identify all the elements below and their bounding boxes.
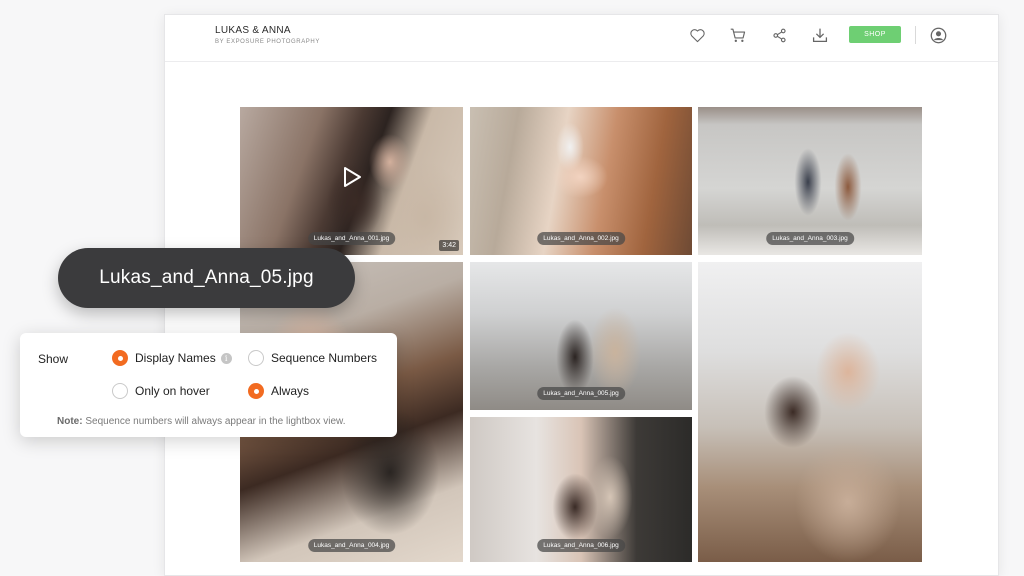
sequence-numbers-label: Sequence Numbers xyxy=(271,351,378,365)
option-only-on-hover[interactable]: Only on hover xyxy=(112,383,210,399)
only-on-hover-radio[interactable] xyxy=(112,383,128,399)
always-radio[interactable] xyxy=(248,383,264,399)
account-icon[interactable] xyxy=(929,26,947,44)
video-thumbnail[interactable]: Lukas_and_Anna_001.jpg 3:42 xyxy=(240,107,463,255)
display-names-label: Display Names xyxy=(135,351,216,365)
photo-subjects xyxy=(698,262,922,562)
photo-caption: Lukas_and_Anna_001.jpg xyxy=(307,232,396,245)
always-label: Always xyxy=(271,384,310,398)
brand[interactable]: LUKAS & ANNA BY EXPOSURE PHOTOGRAPHY xyxy=(215,25,320,45)
photo-caption: Lukas_and_Anna_003.jpg xyxy=(766,232,854,245)
video-duration: 3:42 xyxy=(439,240,459,251)
option-sequence-numbers[interactable]: Sequence Numbers xyxy=(248,350,377,366)
photo-thumbnail[interactable] xyxy=(698,262,922,562)
photo-thumbnail[interactable]: Lukas_and_Anna_005.jpg xyxy=(470,262,692,410)
photo-caption: Lukas_and_Anna_006.jpg xyxy=(537,539,625,552)
show-label: Show xyxy=(38,352,69,366)
note-text: Sequence numbers will always appear in t… xyxy=(85,416,346,427)
toolbar-divider xyxy=(915,26,916,44)
only-on-hover-label: Only on hover xyxy=(135,384,210,398)
photo-thumbnail[interactable]: Lukas_and_Anna_003.jpg xyxy=(698,107,922,255)
info-icon[interactable]: i xyxy=(220,352,232,364)
display-settings-panel: Show Display Names i Sequence Numbers On… xyxy=(20,333,397,437)
gallery-title: LUKAS & ANNA xyxy=(215,25,291,36)
option-display-names[interactable]: Display Names i xyxy=(112,350,232,366)
filename-tooltip: Lukas_and_Anna_05.jpg xyxy=(58,248,355,308)
note-label: Note: xyxy=(57,416,83,427)
option-always[interactable]: Always xyxy=(248,383,309,399)
photo-caption: Lukas_and_Anna_005.jpg xyxy=(537,387,625,400)
cart-icon[interactable] xyxy=(729,26,747,44)
display-names-radio[interactable] xyxy=(112,350,128,366)
shop-button[interactable]: SHOP xyxy=(849,26,901,43)
top-bar: LUKAS & ANNA BY EXPOSURE PHOTOGRAPHY SHO… xyxy=(165,15,998,62)
heart-icon[interactable] xyxy=(688,26,706,44)
photo-caption: Lukas_and_Anna_002.jpg xyxy=(537,232,625,245)
share-icon[interactable] xyxy=(770,26,788,44)
settings-note: Note: Sequence numbers will always appea… xyxy=(57,416,346,427)
download-icon[interactable] xyxy=(811,26,829,44)
photo-thumbnail[interactable]: Lukas_and_Anna_006.jpg xyxy=(470,417,692,562)
play-icon[interactable] xyxy=(333,159,369,195)
gallery-subtitle: BY EXPOSURE PHOTOGRAPHY xyxy=(215,39,320,45)
photo-thumbnail[interactable]: Lukas_and_Anna_002.jpg xyxy=(470,107,692,255)
sequence-numbers-radio[interactable] xyxy=(248,350,264,366)
photo-caption: Lukas_and_Anna_004.jpg xyxy=(307,539,396,552)
